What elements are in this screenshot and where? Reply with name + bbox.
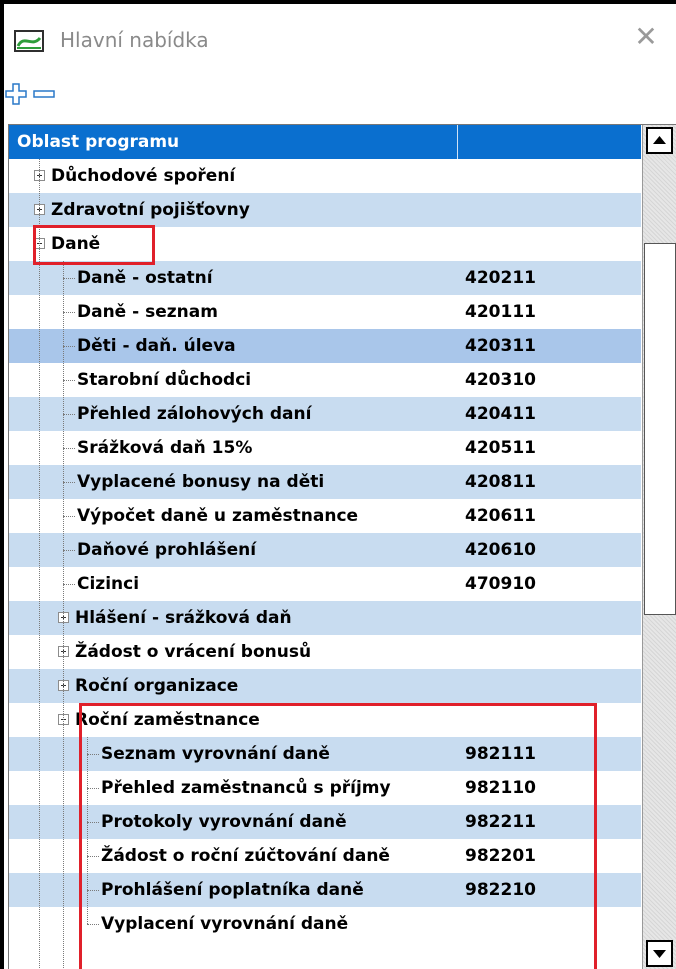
column-header-area[interactable]: Oblast programu xyxy=(9,125,457,159)
row-code: 420111 xyxy=(465,302,536,322)
column-header-code[interactable] xyxy=(458,125,641,159)
scroll-down-button[interactable] xyxy=(646,940,673,967)
grid-header: Oblast programu xyxy=(9,125,641,159)
row-label: Přehled zálohových daní xyxy=(77,404,312,424)
row-code: 470910 xyxy=(465,574,536,594)
tree-branch-line xyxy=(63,584,75,585)
tree-branch-line xyxy=(63,346,75,347)
tree-row[interactable]: Starobní důchodci 420310 xyxy=(9,363,641,397)
row-label: Cizinci xyxy=(77,574,140,594)
tree-row[interactable]: Daně - seznam 420111 xyxy=(9,295,641,329)
scroll-thumb[interactable] xyxy=(644,243,676,615)
row-label: Žádost o vrácení bonusů xyxy=(75,642,312,662)
row-code: 420610 xyxy=(465,540,536,560)
row-label: Zdravotní pojišťovny xyxy=(51,200,250,220)
tree-branch-line xyxy=(63,380,75,381)
scroll-up-button[interactable] xyxy=(646,127,673,154)
row-code: 420411 xyxy=(465,404,536,424)
row-code: 420310 xyxy=(465,370,536,390)
arrow-up-icon xyxy=(653,136,666,144)
tree-row[interactable]: Hlášení - srážková daň xyxy=(9,601,641,635)
tree-row[interactable]: Přehled zálohových daní 420411 xyxy=(9,397,641,431)
row-label: Hlášení - srážková daň xyxy=(75,608,292,628)
tree-row[interactable]: Roční organizace xyxy=(9,669,641,703)
tree-branch-line xyxy=(63,448,75,449)
tree-row[interactable]: Zdravotní pojišťovny xyxy=(9,193,641,227)
tree-row[interactable]: Výpočet daně u zaměstnance 420611 xyxy=(9,499,641,533)
row-label: Důchodové spoření xyxy=(51,166,236,186)
row-label: Děti - daň. úleva xyxy=(77,336,236,356)
plus-icon[interactable] xyxy=(4,82,28,106)
tree-row[interactable]: Cizinci 470910 xyxy=(9,567,641,601)
arrow-down-icon xyxy=(653,950,666,958)
tree-branch-line xyxy=(63,550,75,551)
row-label: Daně - ostatní xyxy=(77,268,213,288)
tree-row[interactable]: Vyplacené bonusy na děti 420811 xyxy=(9,465,641,499)
close-icon[interactable]: ✕ xyxy=(632,22,660,52)
highlight-box-dane xyxy=(33,225,155,265)
tree-branch-line xyxy=(63,414,75,415)
tree-branch-line xyxy=(63,278,75,279)
tree-guide-line xyxy=(63,261,64,969)
tree-row[interactable]: Žádost o vrácení bonusů xyxy=(9,635,641,669)
tree-branch-line xyxy=(63,482,75,483)
row-label: Srážková daň 15% xyxy=(77,438,253,458)
main-menu-window: Hlavní nabídka ✕ Oblast programu Důchodo… xyxy=(4,4,676,969)
row-label: Vyplacené bonusy na děti xyxy=(77,472,325,492)
toolbar xyxy=(4,74,676,114)
row-code: 420311 xyxy=(465,336,536,356)
tree-branch-line xyxy=(63,516,75,517)
tree-row[interactable]: Důchodové spoření xyxy=(9,159,641,193)
row-code: 420611 xyxy=(465,506,536,526)
vertical-scrollbar[interactable] xyxy=(642,125,676,969)
highlight-box-rocni-zamestnance xyxy=(79,703,597,969)
row-label: Daně - seznam xyxy=(77,302,218,322)
tree-row[interactable]: Daňové prohlášení 420610 xyxy=(9,533,641,567)
tree-row[interactable]: Srážková daň 15% 420511 xyxy=(9,431,641,465)
row-code: 420811 xyxy=(465,472,536,492)
menu-tree-grid: Oblast programu Důchodové spoření Zdravo… xyxy=(8,124,676,969)
tree-row-selected[interactable]: Děti - daň. úleva 420311 xyxy=(9,329,641,363)
row-label: Výpočet daně u zaměstnance xyxy=(77,506,359,526)
row-label: Daňové prohlášení xyxy=(77,540,257,560)
tree-row[interactable]: Daně - ostatní 420211 xyxy=(9,261,641,295)
app-icon xyxy=(14,30,44,52)
row-label: Roční organizace xyxy=(75,676,239,696)
tree-guide-line xyxy=(39,159,40,969)
minus-icon[interactable] xyxy=(32,82,56,106)
tree-branch-line xyxy=(63,312,75,313)
window-title: Hlavní nabídka xyxy=(60,28,209,52)
title-bar: Hlavní nabídka ✕ xyxy=(4,4,676,70)
row-code: 420511 xyxy=(465,438,536,458)
row-code: 420211 xyxy=(465,268,536,288)
row-label: Starobní důchodci xyxy=(77,370,252,390)
